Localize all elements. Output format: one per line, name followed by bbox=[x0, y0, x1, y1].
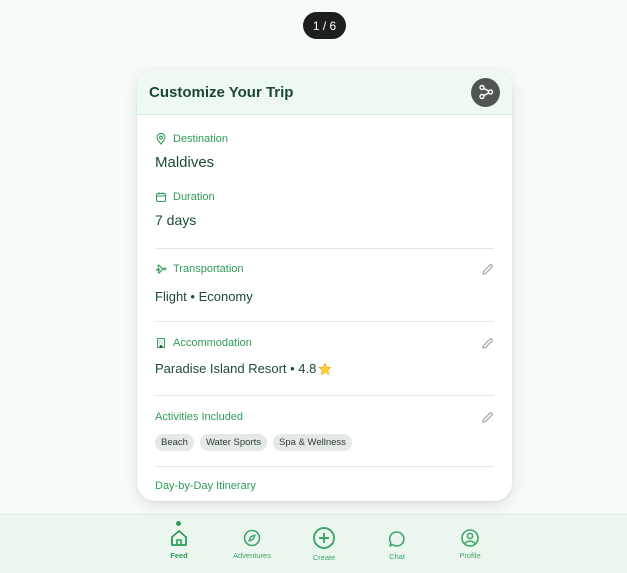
accommodation-value: Paradise Island Resort • 4.8 bbox=[155, 361, 317, 376]
nav-label: Adventures bbox=[233, 551, 271, 560]
destination-section: Destination Maldives bbox=[155, 133, 494, 171]
active-indicator-dot bbox=[176, 521, 181, 526]
activities-label: Activities Included bbox=[155, 411, 244, 423]
share-icon bbox=[478, 84, 493, 100]
destination-value[interactable]: Maldives bbox=[155, 154, 494, 171]
transportation-section: Transportation Flight • Economy bbox=[155, 263, 494, 304]
activity-chip[interactable]: Water Sports bbox=[199, 434, 268, 451]
share-button[interactable] bbox=[471, 77, 500, 107]
nav-label: Feed bbox=[170, 551, 188, 560]
star-icon bbox=[318, 361, 333, 375]
activity-chip[interactable]: Spa & Wellness bbox=[273, 434, 352, 451]
calendar-icon bbox=[155, 192, 167, 203]
compass-icon bbox=[243, 529, 261, 547]
activity-chips: Beach Water Sports Spa & Wellness bbox=[155, 434, 494, 451]
bottom-navigation: Feed Adventures Create Chat Profile bbox=[0, 514, 627, 573]
destination-label: Destination bbox=[173, 133, 229, 145]
nav-item-profile[interactable]: Profile bbox=[455, 515, 485, 560]
chat-bubble-icon bbox=[388, 531, 405, 547]
transportation-value: Flight • Economy bbox=[155, 289, 253, 304]
home-icon bbox=[171, 530, 187, 546]
transportation-label: Transportation bbox=[173, 263, 244, 275]
profile-icon bbox=[461, 529, 479, 547]
nav-label: Chat bbox=[389, 552, 405, 561]
nav-item-feed[interactable]: Feed bbox=[162, 515, 196, 560]
edit-activities-icon[interactable] bbox=[481, 411, 494, 424]
divider bbox=[155, 321, 494, 322]
edit-transportation-icon[interactable] bbox=[481, 263, 494, 276]
activities-section: Activities Included Beach Water Sports S… bbox=[155, 411, 494, 451]
plus-circle-icon bbox=[313, 527, 335, 549]
duration-value[interactable]: 7 days bbox=[155, 212, 494, 228]
customize-trip-card: Customize Your Trip Destination Maldives bbox=[137, 70, 512, 501]
nav-item-create[interactable]: Create bbox=[309, 515, 339, 562]
divider bbox=[155, 395, 494, 396]
hotel-building-icon bbox=[156, 337, 166, 349]
divider bbox=[155, 466, 494, 467]
divider bbox=[155, 248, 494, 249]
accommodation-label: Accommodation bbox=[173, 337, 252, 349]
nav-item-adventures[interactable]: Adventures bbox=[228, 515, 276, 560]
itinerary-label: Day-by-Day Itinerary bbox=[155, 480, 256, 492]
location-pin-icon bbox=[156, 133, 166, 145]
nav-label: Create bbox=[312, 553, 336, 562]
card-header: Customize Your Trip bbox=[137, 70, 512, 115]
duration-section: Duration 7 days bbox=[155, 191, 494, 228]
activity-chip[interactable]: Beach bbox=[155, 434, 194, 451]
duration-label: Duration bbox=[173, 191, 215, 203]
nav-label: Profile bbox=[459, 551, 481, 560]
nav-item-chat[interactable]: Chat bbox=[384, 515, 410, 561]
airplane-icon bbox=[156, 264, 167, 274]
itinerary-section[interactable]: Day-by-Day Itinerary bbox=[155, 480, 494, 492]
page-indicator: 1 / 6 bbox=[303, 12, 346, 39]
edit-accommodation-icon[interactable] bbox=[481, 337, 494, 350]
card-title: Customize Your Trip bbox=[149, 83, 294, 101]
accommodation-section: Accommodation Paradise Island Resort • 4… bbox=[155, 337, 494, 376]
